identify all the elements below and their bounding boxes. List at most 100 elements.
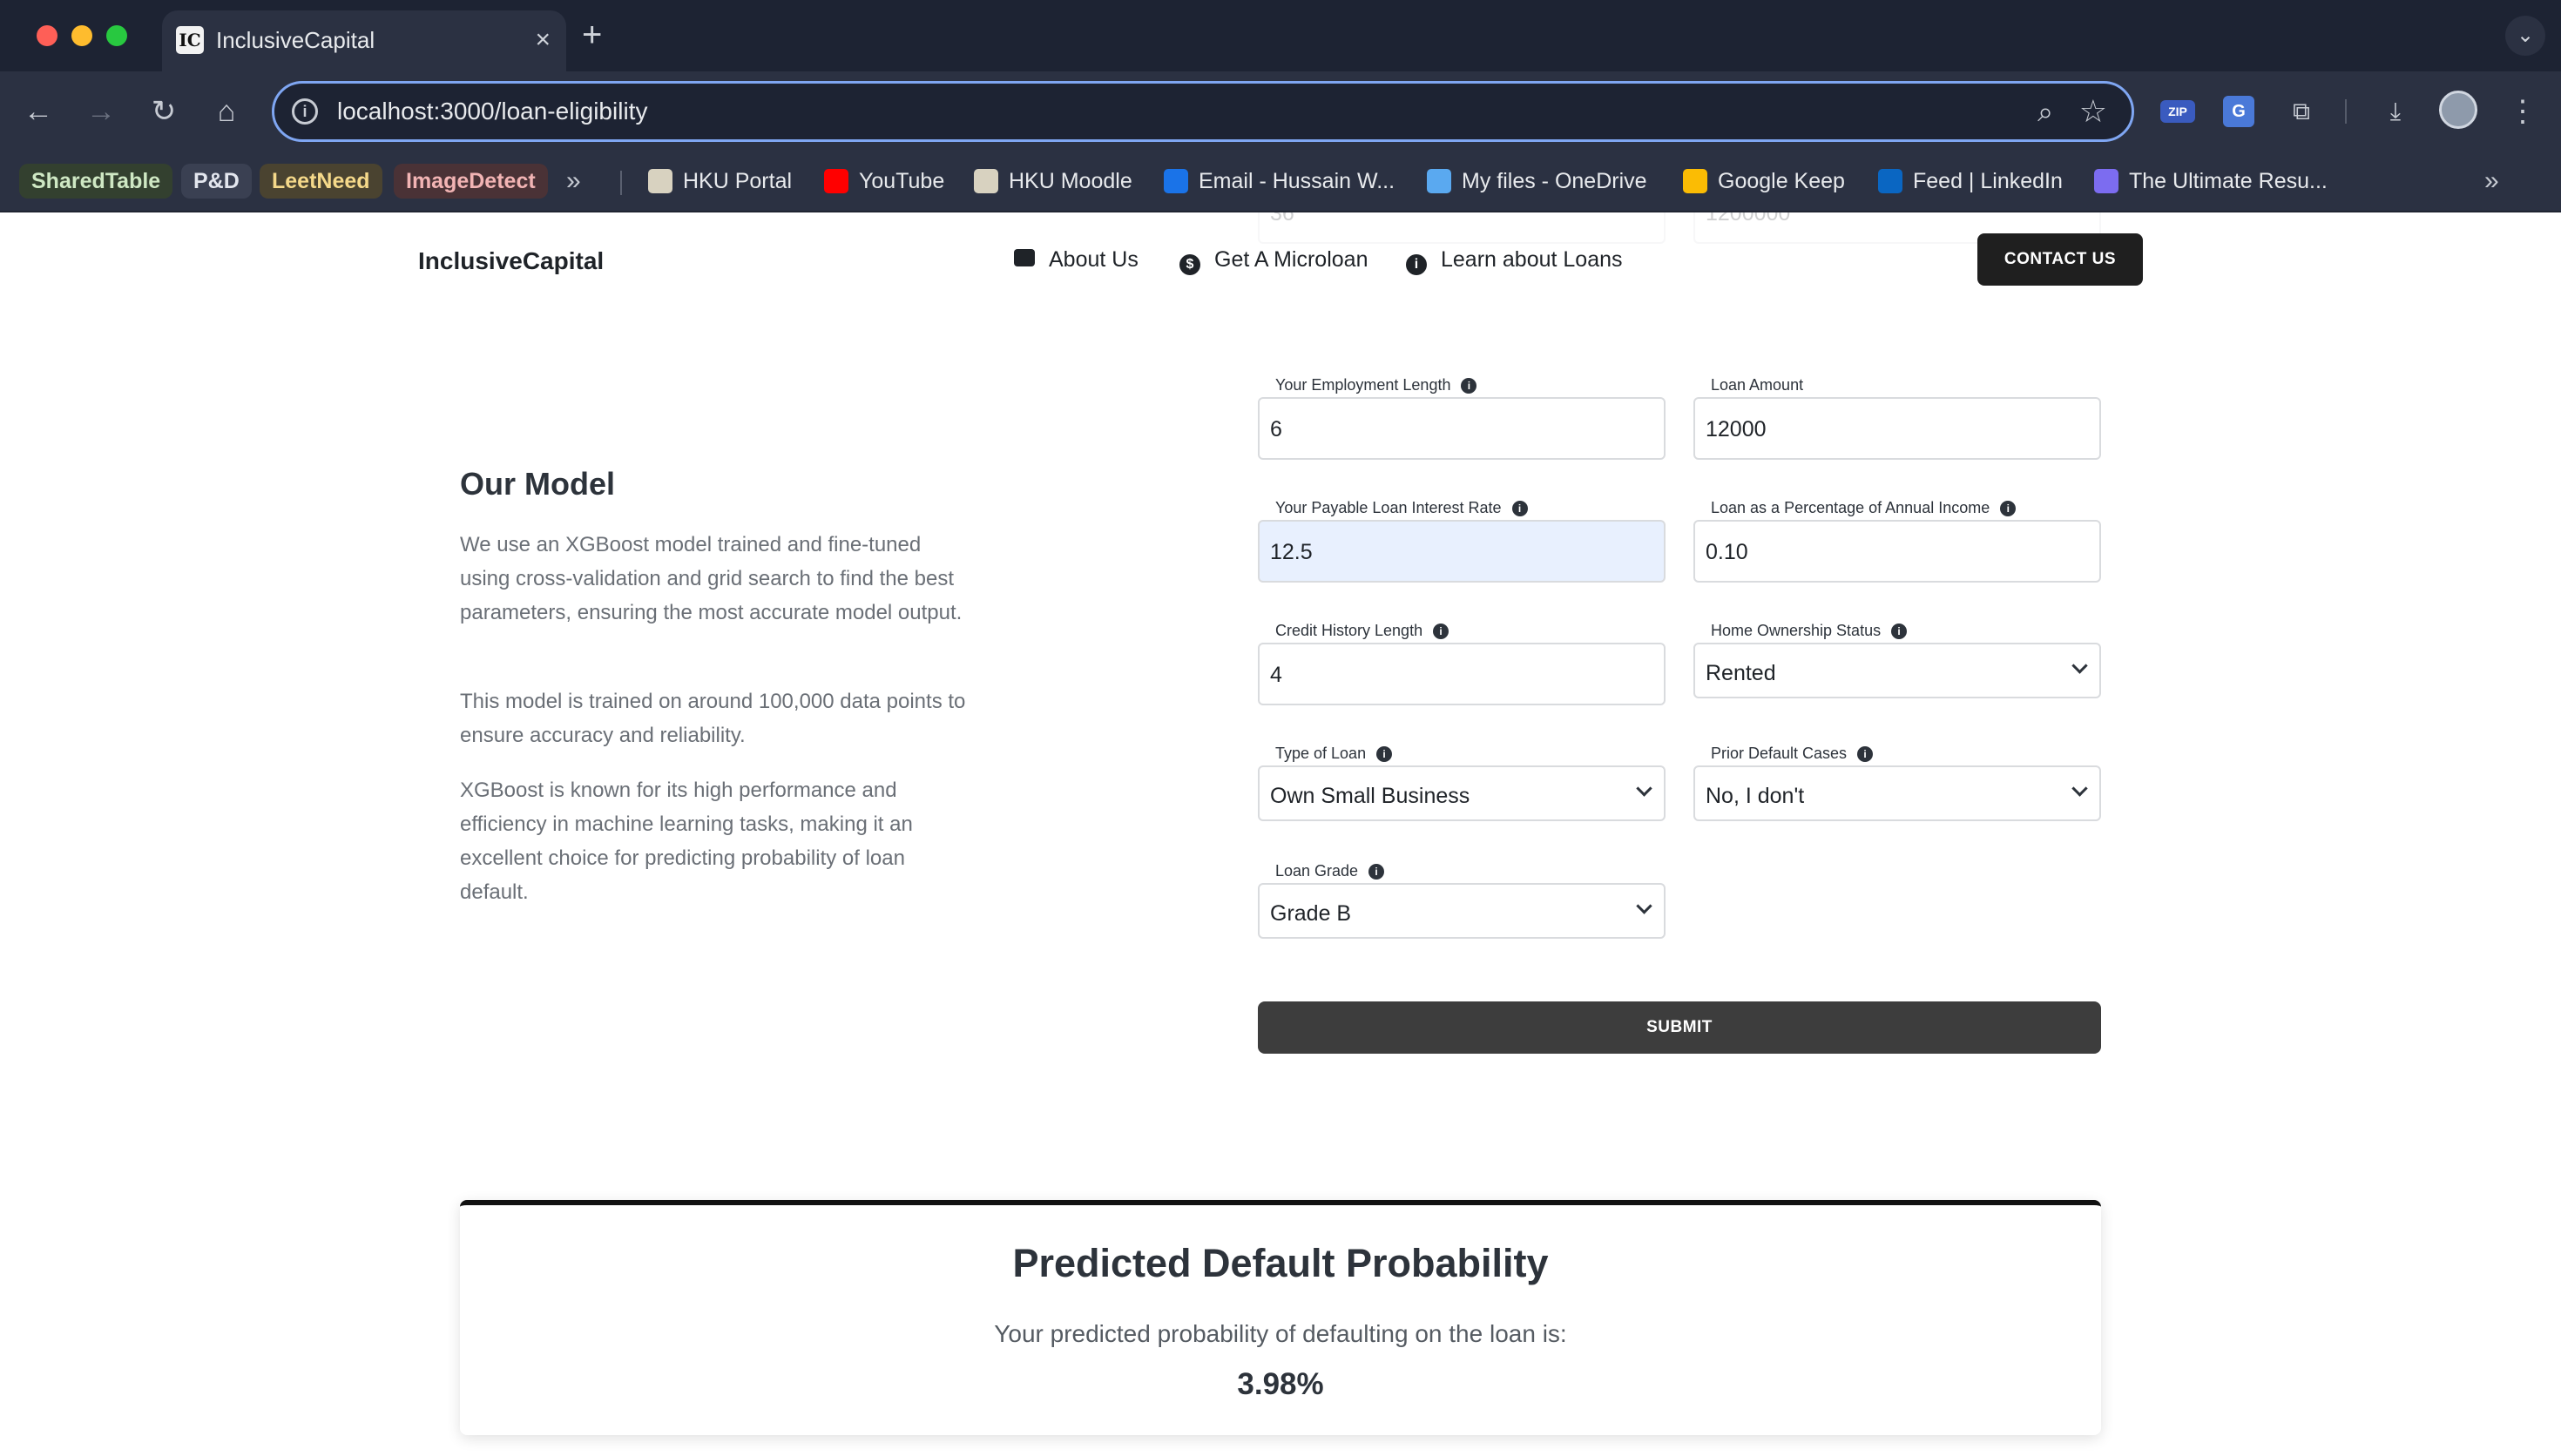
info-icon[interactable]: i — [2000, 501, 2017, 516]
bookmark-sharedtable[interactable]: SharedTable — [19, 164, 173, 199]
credit-history-field[interactable]: Credit History Length i 4 — [1258, 622, 1666, 705]
bookmark-label: SharedTable — [31, 169, 161, 193]
info-icon[interactable]: i — [1857, 746, 1874, 762]
hku-portal-icon — [648, 169, 672, 193]
site-info-icon[interactable]: i — [292, 98, 318, 125]
submit-button[interactable]: SUBMIT — [1258, 1001, 2101, 1054]
info-icon[interactable]: i — [1891, 624, 1908, 639]
tab-close-icon[interactable]: × — [535, 24, 551, 56]
bookmark-hku-portal[interactable]: HKU Portal — [648, 164, 792, 199]
select-value: Own Small Business — [1270, 784, 1470, 808]
info-icon[interactable]: i — [1433, 624, 1449, 639]
tab-title: InclusiveCapital — [216, 27, 375, 53]
field-value: 4 — [1270, 663, 1282, 687]
select-value: Grade B — [1270, 901, 1352, 926]
address-bar[interactable]: i localhost:3000/loan-eligibility ⌕ ☆ — [272, 81, 2134, 142]
loan-type-select[interactable]: Type of Loan i Own Small Business — [1258, 745, 1666, 821]
reload-icon[interactable]: ↻ — [143, 91, 185, 132]
zoom-icon[interactable]: ⌕ — [2037, 94, 2053, 129]
home-icon[interactable]: ⌂ — [206, 91, 247, 132]
browser-toolbar: ← → ↻ ⌂ i localhost:3000/loan-eligibilit… — [0, 71, 2561, 152]
field-value: 0.10 — [1706, 540, 1748, 564]
bookmark-hku-moodle[interactable]: HKU Moodle — [974, 164, 1132, 199]
toolbar-divider — [2345, 99, 2347, 124]
bookmarks-overflow-icon[interactable]: » — [566, 164, 581, 199]
loan-percent-income-field[interactable]: Loan as a Percentage of Annual Income i 0… — [1693, 499, 2101, 583]
bookmark-google-keep[interactable]: Google Keep — [1683, 164, 1845, 199]
bookmark-linkedin[interactable]: Feed | LinkedIn — [1878, 164, 2063, 199]
field-label-text: Loan Amount — [1711, 376, 1804, 394]
field-label: Credit History Length i — [1275, 620, 1449, 641]
field-label: Loan Grade i — [1275, 860, 1385, 881]
bookmark-label: HKU Moodle — [1009, 169, 1132, 193]
info-icon[interactable]: i — [1511, 501, 1528, 516]
field-label: Home Ownership Status i — [1711, 620, 1908, 641]
bookmark-imagedetect[interactable]: ImageDetect — [394, 164, 548, 199]
loan-grade-select[interactable]: Loan Grade i Grade B — [1258, 862, 1666, 939]
translate-extension-icon[interactable]: G — [2223, 96, 2254, 127]
field-label-text: Your Payable Loan Interest Rate — [1275, 499, 1502, 516]
bookmarks-more-icon[interactable]: » — [2484, 164, 2499, 199]
tab-search-chevron-icon[interactable]: ⌄ — [2505, 16, 2545, 56]
contact-us-button[interactable]: CONTACT US — [1977, 233, 2143, 286]
wallet-icon — [1014, 249, 1035, 266]
bookmark-leetneed[interactable]: LeetNeed — [260, 164, 382, 199]
window-maximize-button[interactable] — [106, 25, 127, 46]
field-label-text: Type of Loan — [1275, 745, 1367, 762]
field-label: Loan Amount — [1711, 374, 1803, 395]
profile-avatar[interactable] — [2439, 91, 2477, 129]
bookmarks-bar: SharedTable P&D LeetNeed ImageDetect » H… — [0, 152, 2561, 212]
model-section-title: Our Model — [460, 466, 615, 502]
hku-moodle-icon — [974, 169, 998, 193]
bookmark-ultimate-resume[interactable]: The Ultimate Resu... — [2094, 164, 2328, 199]
dollar-icon: $ — [1179, 254, 1200, 275]
chevron-down-icon — [2071, 660, 2087, 676]
nav-label: Learn about Loans — [1441, 247, 1623, 272]
bookmark-onedrive[interactable]: My files - OneDrive — [1427, 164, 1647, 199]
prediction-title: Predicted Default Probability — [1012, 1241, 1549, 1285]
nav-get-microloan[interactable]: $ Get A Microloan — [1179, 244, 1368, 275]
bookmark-label: ImageDetect — [406, 169, 536, 193]
prior-default-select[interactable]: Prior Default Cases i No, I don't — [1693, 745, 2101, 821]
nav-about-us[interactable]: About Us — [1014, 244, 1139, 275]
resume-icon — [2094, 169, 2118, 193]
info-icon[interactable]: i — [1461, 378, 1477, 394]
interest-rate-field[interactable]: Your Payable Loan Interest Rate i 12.5 — [1258, 499, 1666, 583]
select-value: Rented — [1706, 661, 1776, 685]
browser-menu-icon[interactable]: ⋮ — [2505, 92, 2540, 131]
browser-tab-active[interactable]: IC InclusiveCapital × — [162, 10, 566, 71]
home-ownership-select[interactable]: Home Ownership Status i Rented — [1693, 622, 2101, 698]
forward-arrow-icon[interactable]: → — [80, 91, 122, 132]
window-close-button[interactable] — [37, 25, 57, 46]
back-arrow-icon[interactable]: ← — [17, 91, 59, 132]
window-minimize-button[interactable] — [71, 25, 92, 46]
field-value: 12000 — [1706, 417, 1767, 442]
bookmark-star-icon[interactable]: ☆ — [2079, 92, 2107, 131]
nav-learn-about-loans[interactable]: i Learn about Loans — [1406, 244, 1623, 275]
info-icon[interactable]: i — [1368, 864, 1385, 880]
bookmark-label: Feed | LinkedIn — [1913, 169, 2063, 193]
field-label: Type of Loan i — [1275, 743, 1393, 764]
field-label: Your Payable Loan Interest Rate i — [1275, 497, 1528, 518]
bookmark-pd[interactable]: P&D — [181, 164, 252, 199]
address-bar-url[interactable]: localhost:3000/loan-eligibility — [337, 96, 647, 127]
page-viewport: 36 1200000 InclusiveCapital About Us $Ge… — [0, 212, 2561, 1456]
zip-extension-icon[interactable]: ZIP — [2160, 100, 2195, 123]
loan-amount-field[interactable]: Loan Amount 12000 — [1693, 376, 2101, 460]
bookmarks-divider — [620, 171, 622, 195]
info-icon[interactable]: i — [1376, 746, 1393, 762]
field-label: Loan as a Percentage of Annual Income i — [1711, 497, 2017, 518]
extensions-puzzle-icon[interactable]: ⧉ — [2282, 92, 2321, 131]
google-keep-icon — [1683, 169, 1707, 193]
field-label-text: Prior Default Cases — [1711, 745, 1848, 762]
employment-length-field[interactable]: Your Employment Length i 6 — [1258, 376, 1666, 460]
site-brand[interactable]: InclusiveCapital — [418, 246, 604, 277]
new-tab-button[interactable]: + — [582, 17, 602, 52]
field-label-text: Credit History Length — [1275, 622, 1423, 639]
bookmark-youtube[interactable]: YouTube — [824, 164, 944, 199]
site-navbar: InclusiveCapital About Us $ Get A Microlo… — [0, 212, 2561, 307]
bookmark-email[interactable]: Email - Hussain W... — [1164, 164, 1395, 199]
bookmark-label: Email - Hussain W... — [1199, 169, 1395, 193]
youtube-icon — [824, 169, 848, 193]
downloads-icon[interactable]: ⤓ — [2376, 92, 2415, 131]
